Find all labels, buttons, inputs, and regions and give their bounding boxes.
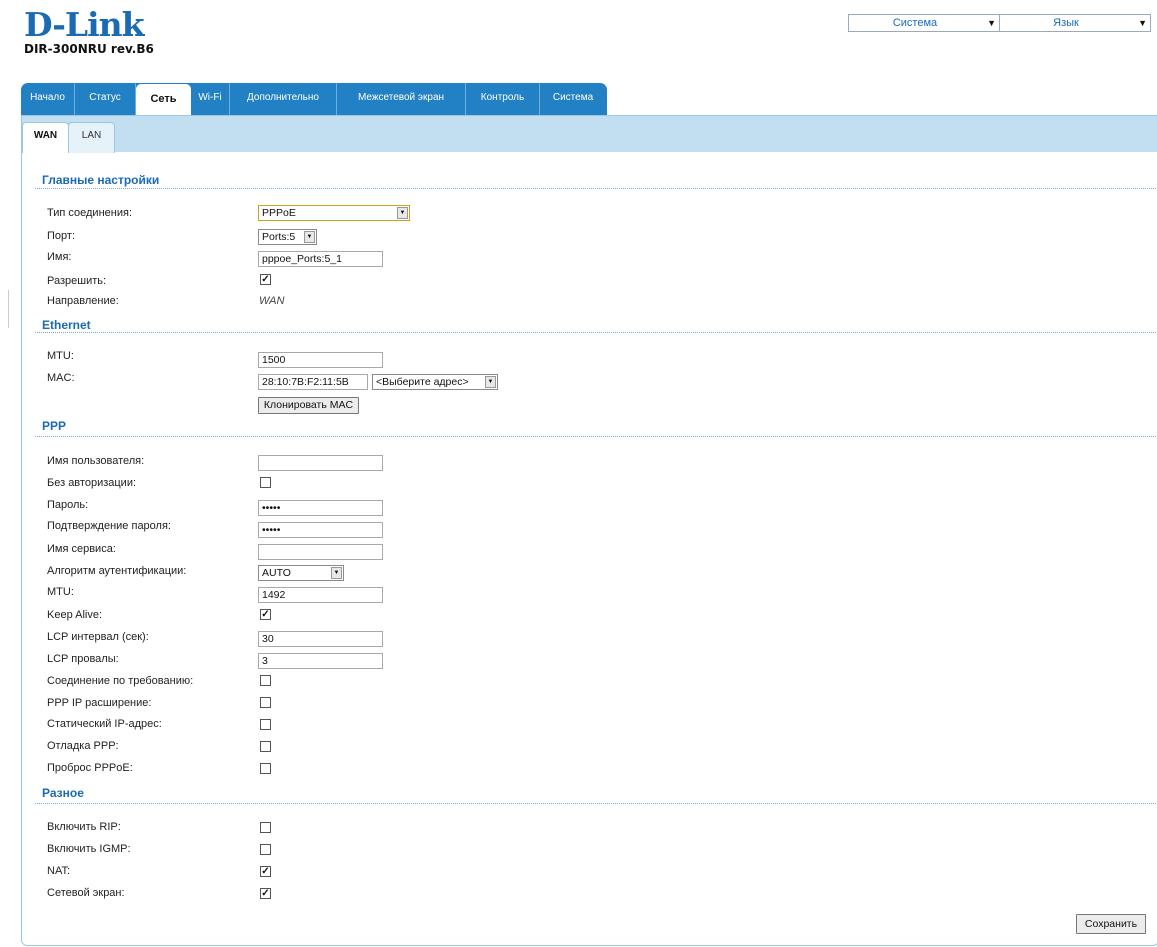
eth-mtu-label: MTU: <box>47 350 74 362</box>
firewall-label: Сетевой экран: <box>47 887 125 899</box>
mac-select-value: <Выберите адрес> <box>376 376 469 388</box>
name-label: Имя: <box>47 251 72 263</box>
settings-panel: WAN LAN Главные настройки Тип соединения… <box>21 115 1157 946</box>
port-value: Ports:5 <box>262 231 296 243</box>
model-name: DIR-300NRU rev.B6 <box>24 42 154 56</box>
password-label: Пароль: <box>47 499 89 511</box>
tab-wan[interactable]: WAN <box>22 122 69 153</box>
connection-type-value: PPPoE <box>262 207 296 219</box>
auth-algorithm-value: AUTO <box>262 567 291 579</box>
tab-status[interactable]: Статус <box>75 83 136 116</box>
divider <box>35 332 1157 333</box>
ppp-ip-ext-label: PPP IP расширение: <box>47 697 152 709</box>
name-input[interactable]: pppoe_Ports:5_1 <box>258 251 383 267</box>
chevron-down-icon: ▼ <box>987 18 996 28</box>
nat-checkbox[interactable]: ✓ <box>260 866 271 877</box>
port-select[interactable]: Ports:5 ▼ <box>258 229 317 245</box>
auth-algorithm-label: Алгоритм аутентификации: <box>47 565 187 577</box>
tab-home[interactable]: Начало <box>21 83 75 116</box>
tab-control[interactable]: Контроль <box>466 83 540 116</box>
enable-label: Разрешить: <box>47 275 107 287</box>
lcp-fails-input[interactable]: 3 <box>258 653 383 669</box>
confirm-password-label: Подтверждение пароля: <box>47 520 171 532</box>
username-label: Имя пользователя: <box>47 455 145 467</box>
connection-type-label: Тип соединения: <box>47 207 132 219</box>
save-button[interactable]: Сохранить <box>1076 914 1146 934</box>
mac-address-select[interactable]: <Выберите адрес> ▼ <box>372 374 498 390</box>
chevron-down-icon: ▼ <box>485 376 496 388</box>
enable-checkbox[interactable]: ✓ <box>260 274 271 285</box>
tab-lan[interactable]: LAN <box>68 122 115 153</box>
lcp-interval-input[interactable]: 30 <box>258 631 383 647</box>
rip-checkbox[interactable] <box>260 822 271 833</box>
auth-algorithm-select[interactable]: AUTO ▼ <box>258 565 344 581</box>
confirm-password-input[interactable]: ••••• <box>258 522 383 538</box>
mac-input[interactable]: 28:10:7B:F2:11:5B <box>258 374 368 390</box>
keepalive-checkbox[interactable]: ✓ <box>260 609 271 620</box>
ppp-debug-checkbox[interactable] <box>260 741 271 752</box>
divider <box>35 436 1157 437</box>
language-select[interactable]: Язык ▼ <box>999 14 1151 32</box>
logo-text: D-Link <box>24 5 145 44</box>
direction-label: Направление: <box>47 295 119 307</box>
connection-type-select[interactable]: PPPoE ▼ <box>258 205 410 221</box>
divider <box>35 188 1157 189</box>
tab-wifi[interactable]: Wi-Fi <box>191 83 230 116</box>
tab-firewall[interactable]: Межсетевой экран <box>337 83 466 116</box>
clone-mac-button[interactable]: Клонировать MAC <box>258 397 359 414</box>
tab-network[interactable]: Сеть <box>136 84 191 117</box>
section-title-misc: Разное <box>42 786 84 800</box>
tab-system[interactable]: Система <box>540 83 606 116</box>
system-select-value: Система <box>892 17 938 29</box>
chevron-down-icon: ▼ <box>304 231 315 243</box>
lcp-interval-label: LCP интервал (сек): <box>47 631 149 643</box>
section-title-ppp: PPP <box>42 419 67 433</box>
sub-tabs-bar: WAN LAN <box>22 116 1157 153</box>
eth-mtu-input[interactable]: 1500 <box>258 352 383 368</box>
username-input[interactable] <box>258 455 383 471</box>
lcp-fails-label: LCP провалы: <box>47 653 119 665</box>
dlink-logo: D-Link DIR-300NRU rev.B6 <box>24 5 154 57</box>
static-ip-label: Статический IP-адрес: <box>47 718 162 730</box>
tab-advanced[interactable]: Дополнительно <box>230 83 337 116</box>
divider <box>8 290 9 328</box>
port-label: Порт: <box>47 230 75 242</box>
on-demand-checkbox[interactable] <box>260 675 271 686</box>
service-name-input[interactable] <box>258 544 383 560</box>
noauth-label: Без авторизации: <box>47 477 137 489</box>
language-select-value: Язык <box>1053 17 1079 29</box>
igmp-checkbox[interactable] <box>260 844 271 855</box>
firewall-checkbox[interactable]: ✓ <box>260 888 271 899</box>
rip-label: Включить RIP: <box>47 821 121 833</box>
noauth-checkbox[interactable] <box>260 477 271 488</box>
pppoe-passthrough-label: Проброс PPPoE: <box>47 762 133 774</box>
igmp-label: Включить IGMP: <box>47 843 131 855</box>
pppoe-passthrough-checkbox[interactable] <box>260 763 271 774</box>
section-title-main: Главные настройки <box>42 173 160 187</box>
chevron-down-icon: ▼ <box>331 567 342 579</box>
ppp-mtu-input[interactable]: 1492 <box>258 587 383 603</box>
mac-label: MAC: <box>47 372 75 384</box>
on-demand-label: Соединение по требованию: <box>47 675 194 687</box>
nat-label: NAT: <box>47 865 71 877</box>
keepalive-label: Keep Alive: <box>47 609 103 621</box>
service-name-label: Имя сервиса: <box>47 543 116 555</box>
ppp-ip-ext-checkbox[interactable] <box>260 697 271 708</box>
direction-value: WAN <box>259 295 285 307</box>
password-input[interactable]: ••••• <box>258 500 383 516</box>
ppp-mtu-label: MTU: <box>47 586 74 598</box>
ppp-debug-label: Отладка PPP: <box>47 740 119 752</box>
system-select[interactable]: Система ▼ <box>848 14 1000 32</box>
chevron-down-icon: ▼ <box>397 207 408 219</box>
static-ip-checkbox[interactable] <box>260 719 271 730</box>
section-title-ethernet: Ethernet <box>42 318 91 332</box>
chevron-down-icon: ▼ <box>1138 18 1147 28</box>
divider <box>35 803 1157 804</box>
main-tabs: Начало Статус Сеть Wi-Fi Дополнительно М… <box>21 83 607 117</box>
